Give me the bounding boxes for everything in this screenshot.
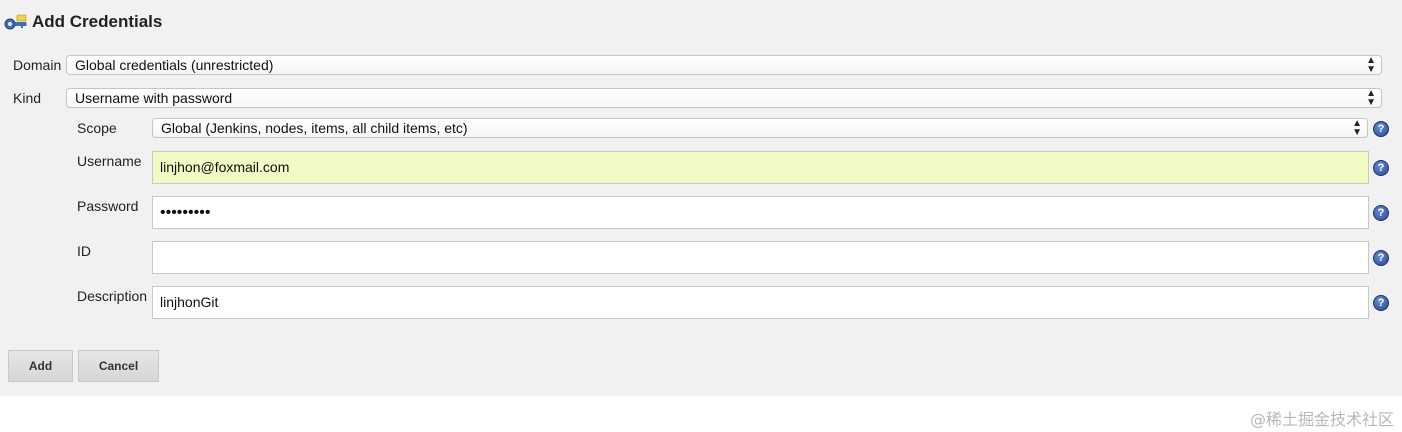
password-label: Password: [77, 198, 139, 214]
watermark-text: @稀土掘金技术社区: [1249, 410, 1394, 429]
select-arrows-icon: ▲ ▼: [1366, 56, 1376, 75]
kind-select-value: Username with password: [75, 90, 233, 106]
domain-label: Domain: [13, 57, 62, 73]
scope-label: Scope: [77, 120, 117, 136]
id-help-icon[interactable]: ?: [1373, 250, 1389, 266]
cancel-button[interactable]: Cancel: [78, 350, 159, 382]
add-credentials-dialog: Add Credentials Domain Global credential…: [0, 0, 1402, 396]
arrow-down-icon: ▼: [1366, 97, 1376, 108]
id-field[interactable]: [152, 241, 1369, 274]
description-field[interactable]: linjhonGit: [152, 286, 1369, 319]
page-title: Add Credentials: [32, 12, 163, 31]
kind-label: Kind: [13, 90, 42, 106]
dialog-header: Add Credentials: [4, 10, 162, 34]
username-label: Username: [77, 153, 142, 169]
select-arrows-icon: ▲ ▼: [1366, 89, 1376, 108]
scope-select[interactable]: Global (Jenkins, nodes, items, all child…: [152, 118, 1368, 138]
password-help-icon[interactable]: ?: [1373, 205, 1389, 221]
description-label: Description: [77, 288, 148, 304]
description-help-icon[interactable]: ?: [1373, 295, 1389, 311]
domain-select-value: Global credentials (unrestricted): [75, 57, 274, 73]
add-button[interactable]: Add: [8, 350, 73, 382]
id-label: ID: [77, 243, 91, 259]
scope-help-icon[interactable]: ?: [1373, 121, 1389, 137]
kind-select[interactable]: Username with password ▲ ▼: [66, 88, 1382, 108]
password-field[interactable]: •••••••••: [152, 196, 1369, 229]
username-help-icon[interactable]: ?: [1373, 160, 1389, 176]
username-field[interactable]: linjhon@foxmail.com: [152, 151, 1369, 184]
arrow-down-icon: ▼: [1352, 127, 1362, 138]
scope-select-value: Global (Jenkins, nodes, items, all child…: [161, 120, 468, 136]
credentials-key-icon: [4, 14, 27, 30]
select-arrows-icon: ▲ ▼: [1352, 119, 1362, 138]
domain-select[interactable]: Global credentials (unrestricted) ▲ ▼: [66, 55, 1382, 75]
arrow-down-icon: ▼: [1366, 64, 1376, 75]
